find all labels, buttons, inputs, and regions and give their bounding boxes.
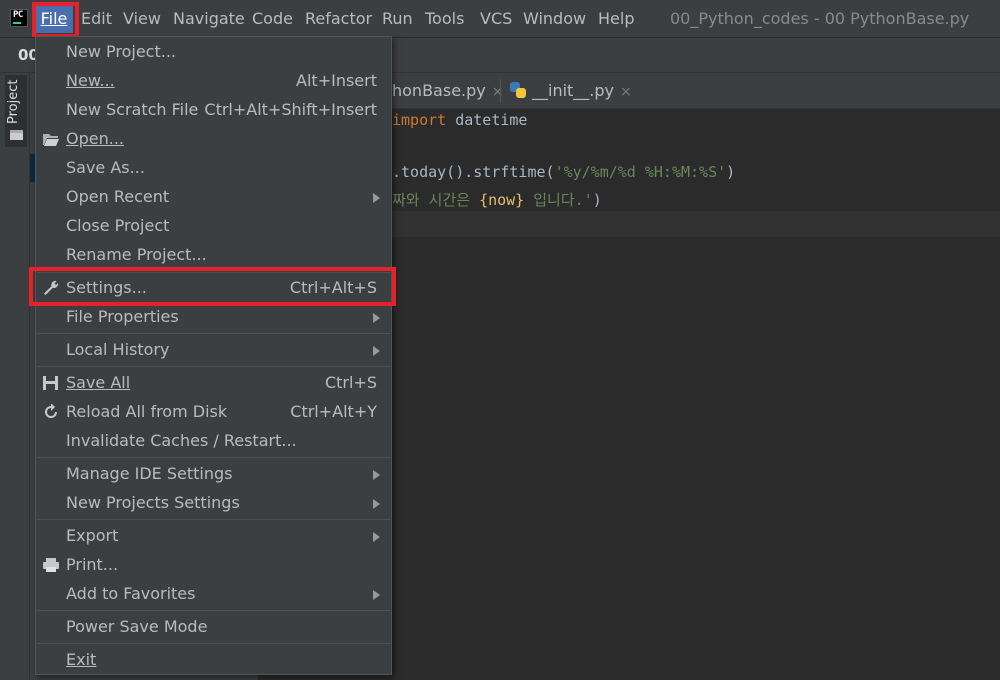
menu-separator <box>37 643 392 644</box>
menu-bar: PC File Edit View Navigate Code Refactor… <box>0 0 1000 37</box>
menu-item-new-scratch-file[interactable]: New Scratch File Ctrl+Alt+Shift+Insert <box>36 96 391 124</box>
window-title: 00_Python_codes - 00 PythonBase.py <box>670 9 970 28</box>
menu-item-local-history[interactable]: Local History <box>36 336 391 364</box>
menu-help[interactable]: Help <box>598 7 634 31</box>
menu-item-print[interactable]: Print... <box>36 551 391 579</box>
close-icon[interactable]: × <box>492 84 504 100</box>
menu-code[interactable]: Code <box>252 7 293 31</box>
left-tool-stripe <box>0 73 30 680</box>
submenu-arrow-icon <box>373 532 380 542</box>
menu-edit[interactable]: Edit <box>81 7 112 31</box>
menu-item-manage-ide-settings[interactable]: Manage IDE Settings <box>36 460 391 488</box>
menu-separator <box>37 366 392 367</box>
menu-item-new-project[interactable]: New Project... <box>36 38 391 66</box>
submenu-arrow-icon <box>373 346 380 356</box>
menu-separator <box>37 457 392 458</box>
code-line-import: import datetime <box>392 111 528 129</box>
submenu-arrow-icon <box>373 470 380 480</box>
tab-label: honBase.py <box>392 81 486 100</box>
menu-item-new-projects-settings[interactable]: New Projects Settings <box>36 489 391 517</box>
menu-navigate[interactable]: Navigate <box>173 7 245 31</box>
menu-item-file-properties[interactable]: File Properties <box>36 303 391 331</box>
menu-refactor[interactable]: Refactor <box>305 7 372 31</box>
pycharm-logo-icon[interactable]: PC <box>10 9 28 27</box>
submenu-arrow-icon <box>373 590 380 600</box>
menu-item-open[interactable]: Open... <box>36 125 391 153</box>
settings-highlight-box <box>29 267 396 306</box>
reload-icon <box>45 404 57 418</box>
tab-label: __init__.py <box>532 81 615 100</box>
menu-window[interactable]: Window <box>523 7 586 31</box>
tab-init[interactable]: __init__.py × <box>510 73 632 109</box>
menu-item-new[interactable]: New... Alt+Insert <box>36 67 391 95</box>
submenu-arrow-icon <box>373 193 380 203</box>
close-icon[interactable]: × <box>620 84 632 100</box>
menu-separator <box>37 610 392 611</box>
menu-item-save-all[interactable]: Save All Ctrl+S <box>36 369 391 397</box>
menu-separator <box>37 519 392 520</box>
menu-item-power-save-mode[interactable]: Power Save Mode <box>36 613 391 641</box>
menu-item-invalidate-caches[interactable]: Invalidate Caches / Restart... <box>36 427 391 455</box>
menu-item-close-project[interactable]: Close Project <box>36 212 391 240</box>
menu-item-export[interactable]: Export <box>36 522 391 550</box>
tab-divider <box>500 79 501 103</box>
menu-item-add-to-favorites[interactable]: Add to Favorites <box>36 580 391 608</box>
menu-run[interactable]: Run <box>382 7 413 31</box>
menu-vcs[interactable]: VCS <box>480 7 512 31</box>
code-line-print: 짜와 시간은 {now} 입니다.') <box>392 191 602 209</box>
menu-item-reload-from-disk[interactable]: Reload All from Disk Ctrl+Alt+Y <box>36 398 391 426</box>
tab-pythonbase[interactable]: honBase.py × <box>392 73 503 109</box>
printer-icon <box>43 558 59 572</box>
file-menu-highlight-box <box>32 2 79 38</box>
submenu-arrow-icon <box>373 313 380 323</box>
menu-view[interactable]: View <box>123 7 161 31</box>
folder-open-icon <box>43 134 59 146</box>
menu-item-rename-project[interactable]: Rename Project... <box>36 241 391 269</box>
menu-item-open-recent[interactable]: Open Recent <box>36 183 391 211</box>
folder-icon <box>10 130 23 140</box>
file-menu-dropdown: New Project... New... Alt+Insert New Scra… <box>35 36 392 675</box>
code-line-strftime: .today().strftime('%y/%m/%d %H:%M:%S') <box>392 163 736 181</box>
save-icon <box>43 376 58 390</box>
current-line-highlight <box>391 211 1000 237</box>
project-tool-label: Project <box>6 79 21 124</box>
menu-item-save-as[interactable]: Save As... <box>36 154 391 182</box>
python-file-icon <box>510 82 526 98</box>
menu-tools[interactable]: Tools <box>425 7 464 31</box>
menu-item-exit[interactable]: Exit <box>36 646 391 674</box>
menu-separator <box>37 333 392 334</box>
submenu-arrow-icon <box>373 499 380 509</box>
